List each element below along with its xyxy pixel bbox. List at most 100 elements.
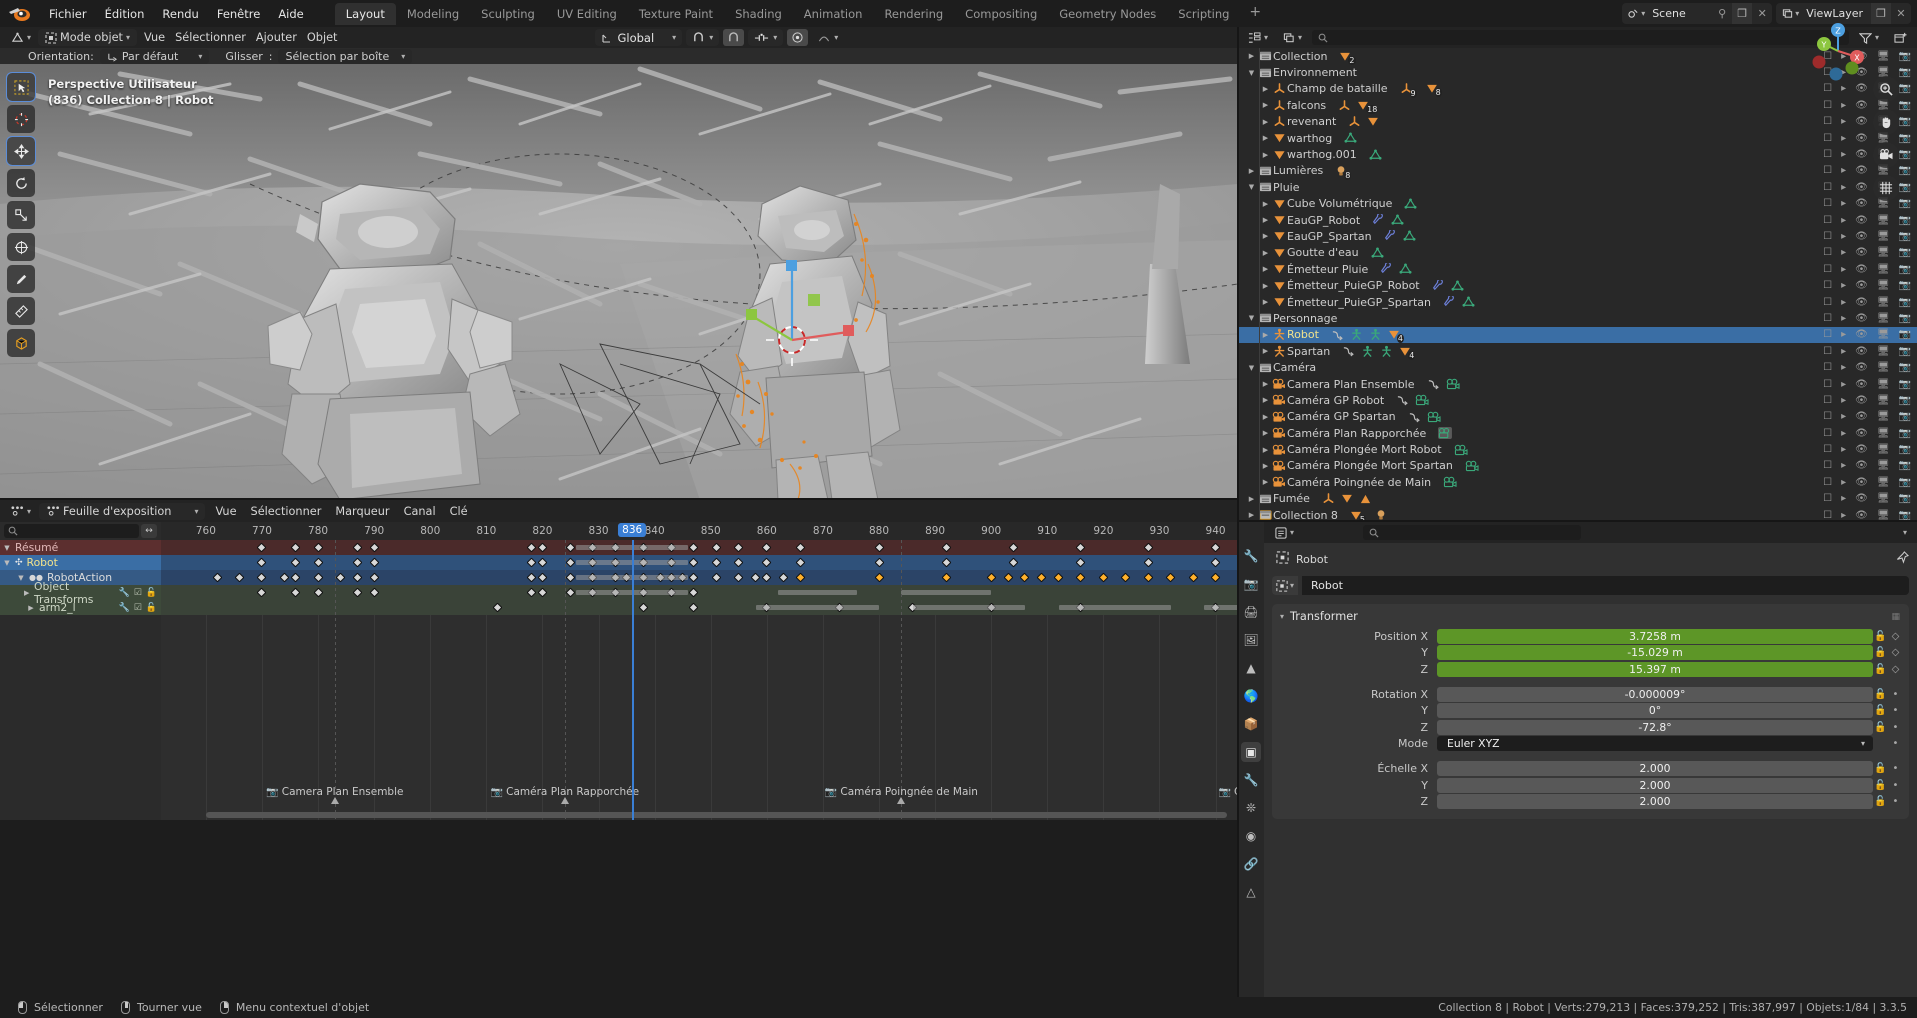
selectable-icon[interactable]: ▸: [1841, 231, 1846, 242]
outliner-row-revenant[interactable]: ▶revenant☐▸👁🖥📷: [1238, 114, 1917, 130]
dopesheet-mode-selector[interactable]: Feuille d'exposition ▾: [39, 503, 205, 520]
property-value-field[interactable]: 2.000: [1437, 778, 1873, 793]
workspace-tab--[interactable]: +: [1240, 3, 1270, 25]
disable-render-icon[interactable]: 📷: [1899, 100, 1911, 111]
dot-icon[interactable]: •: [1888, 780, 1903, 791]
hide-eye-icon[interactable]: 👁: [1855, 346, 1868, 357]
property-value-field[interactable]: -0.000009°: [1437, 687, 1873, 702]
dopesheet-channel-object-transforms[interactable]: ▶Object Transforms🔧☑🔓: [0, 585, 161, 600]
hide-eye-icon[interactable]: 👁: [1855, 477, 1868, 488]
rotation-mode-dropdown[interactable]: Euler XYZ ▾: [1437, 736, 1873, 751]
menu-fichier[interactable]: Fichier: [40, 4, 96, 24]
diamond-icon[interactable]: ◇: [1888, 664, 1903, 675]
disable-render-icon[interactable]: 📷: [1899, 395, 1911, 406]
outliner-row-cam-ra-gp-robot[interactable]: ▶Caméra GP Robot☐▸👁🖥📷: [1238, 392, 1917, 408]
workspace-tab-modeling[interactable]: Modeling: [396, 3, 470, 25]
proportional-edit-selector[interactable]: ▾: [748, 29, 783, 46]
outliner-row--metteur-puiegp-robot[interactable]: ▶Émetteur_PuieGP_Robot☐▸👁🖥📷: [1238, 277, 1917, 293]
outliner-row-toggles[interactable]: ☐▸👁🖥📷: [1823, 261, 1911, 277]
outliner-row-spartan[interactable]: ▶Spartan4☐▸👁🖥📷: [1238, 343, 1917, 359]
selectable-icon[interactable]: ▸: [1841, 215, 1846, 226]
hide-eye-icon[interactable]: 👁: [1855, 133, 1868, 144]
close-icon[interactable]: ✕: [1891, 3, 1911, 24]
properties-options-caret[interactable]: ▾: [1903, 528, 1907, 537]
checkbox-icon[interactable]: ☐: [1823, 510, 1832, 521]
disable-viewport-icon[interactable]: 🖥: [1877, 247, 1890, 258]
keyframe[interactable]: [941, 573, 951, 583]
workspace-tab-compositing[interactable]: Compositing: [954, 3, 1048, 25]
dot-icon[interactable]: •: [1888, 689, 1903, 700]
falloff-selector[interactable]: ▾: [812, 29, 844, 46]
disable-viewport-icon[interactable]: 🖥: [1877, 444, 1890, 455]
keyframe[interactable]: [526, 543, 536, 553]
dopesheet-menu-canal[interactable]: Canal: [397, 503, 443, 520]
copy-icon[interactable]: ❐: [1732, 3, 1752, 24]
properties-tab-particles[interactable]: ❊: [1241, 798, 1261, 818]
outliner-row-lumi-res[interactable]: ▶Lumières8☐▸👁🖥📷: [1238, 163, 1917, 179]
keyframe[interactable]: [537, 573, 547, 583]
disable-render-icon[interactable]: 📷: [1899, 165, 1911, 176]
checkbox-icon[interactable]: ☐: [1823, 165, 1832, 176]
keyframe[interactable]: [257, 588, 267, 598]
pin-icon[interactable]: ⚲: [1712, 3, 1732, 24]
keyframe[interactable]: [1009, 543, 1019, 553]
keyframe[interactable]: [751, 573, 761, 583]
property-value-field[interactable]: 2.000: [1437, 761, 1873, 776]
keyframe[interactable]: [1188, 573, 1198, 583]
outliner-display-mode-icon[interactable]: ▾: [1278, 30, 1307, 46]
checkbox-icon[interactable]: ☐: [1823, 362, 1832, 373]
keyframe[interactable]: [369, 543, 379, 553]
unlock-icon[interactable]: 🔓: [1873, 647, 1888, 658]
keyframe[interactable]: [566, 558, 576, 568]
disable-render-icon[interactable]: 📷: [1899, 83, 1911, 94]
dopesheet-key-row[interactable]: [161, 555, 1238, 570]
pin-icon[interactable]: [1896, 551, 1909, 567]
hide-eye-icon[interactable]: 👁: [1855, 493, 1868, 504]
keyframe[interactable]: [1098, 573, 1108, 583]
checkbox-icon[interactable]: ☐: [1823, 149, 1832, 160]
keyframe[interactable]: [874, 573, 884, 583]
dopesheet-resize-handle[interactable]: ↔: [141, 524, 157, 538]
dopesheet-horizontal-scrollbar[interactable]: [206, 812, 1227, 818]
outliner-row-eaugp-robot[interactable]: ▶EauGP_Robot☐▸👁🖥📷: [1238, 212, 1917, 228]
new-collection-icon[interactable]: [1889, 30, 1912, 46]
checkbox-icon[interactable]: ☐: [1823, 346, 1832, 357]
outliner-row-robot[interactable]: ▶Robot4☐▸👁🖥📷: [1238, 327, 1917, 343]
workspace-tab-layout[interactable]: Layout: [335, 3, 396, 25]
outliner-row-camera-plan-ensemble[interactable]: ▶Camera Plan Ensemble☐▸👁🖥📷: [1238, 376, 1917, 392]
outliner-row-toggles[interactable]: ☐▸👁🖥📷: [1823, 245, 1911, 261]
properties-tab-render[interactable]: 📷: [1241, 574, 1261, 594]
dopesheet-key-row[interactable]: [161, 585, 1238, 600]
workspace-tab-geometry-nodes[interactable]: Geometry Nodes: [1048, 3, 1167, 25]
expand-triangle[interactable]: ▼: [1246, 69, 1257, 77]
keyframe[interactable]: [734, 558, 744, 568]
checkbox-icon[interactable]: ☐: [1823, 116, 1832, 127]
keyframe[interactable]: [1143, 543, 1153, 553]
selectable-icon[interactable]: ▸: [1841, 379, 1846, 390]
workspace-tab-shading[interactable]: Shading: [724, 3, 793, 25]
outliner-row-cam-ra-plong-e-mort-spartan[interactable]: ▶Caméra Plongée Mort Spartan☐▸👁🖥📷: [1238, 458, 1917, 474]
expand-triangle[interactable]: ▼: [1246, 183, 1257, 191]
checkbox-icon[interactable]: ☐: [1823, 313, 1832, 324]
outliner-row-toggles[interactable]: ☐▸👁🖥📷: [1823, 474, 1911, 490]
disable-render-icon[interactable]: 📷: [1899, 460, 1911, 471]
keyframe[interactable]: [711, 558, 721, 568]
checkbox-icon[interactable]: ☐: [1823, 215, 1832, 226]
keyframe[interactable]: [711, 543, 721, 553]
keyframe[interactable]: [1076, 573, 1086, 583]
hide-eye-icon[interactable]: 👁: [1855, 100, 1868, 111]
move-tool-button[interactable]: [7, 137, 35, 165]
expand-triangle[interactable]: ▶: [1260, 396, 1271, 404]
workspace-tab-scripting[interactable]: Scripting: [1167, 3, 1240, 25]
menu-dition[interactable]: Édition: [96, 4, 154, 24]
snap-toggle[interactable]: [723, 29, 744, 46]
selectable-icon[interactable]: ▸: [1841, 346, 1846, 357]
properties-tab-physics[interactable]: ◉: [1241, 826, 1261, 846]
keyframe[interactable]: [212, 573, 222, 583]
outliner-row-toggles[interactable]: ☐▸👁🖥📷: [1823, 409, 1911, 425]
selectable-icon[interactable]: ▸: [1841, 477, 1846, 488]
outliner-row-fum-e[interactable]: ▶Fumée☐▸👁🖥📷: [1238, 491, 1917, 507]
copy-icon[interactable]: ❐: [1871, 3, 1891, 24]
selectable-icon[interactable]: ▸: [1841, 182, 1846, 193]
outliner-row-toggles[interactable]: ☐▸👁🖥📷: [1823, 425, 1911, 441]
